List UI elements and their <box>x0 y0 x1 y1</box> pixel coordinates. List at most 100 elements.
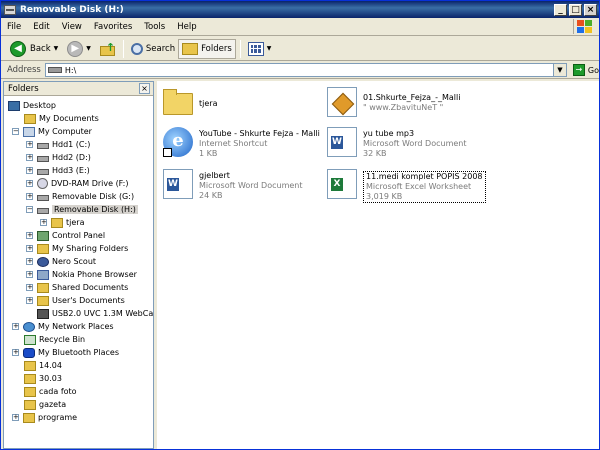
tree-item-label: cada foto <box>39 387 77 396</box>
tree-item-label: Hdd2 (D:) <box>52 153 91 162</box>
menu-help[interactable]: Help <box>171 22 202 32</box>
tree-item-hdd2[interactable]: + Hdd2 (D:) <box>26 151 91 164</box>
address-dropdown-icon[interactable]: ▼ <box>552 64 566 76</box>
tree-item-label: USB2.0 UVC 1.3M WebCam <box>52 309 153 318</box>
folders-pane-title: Folders <box>8 83 39 94</box>
tree-item-my-bluetooth-places[interactable]: + My Bluetooth Places <box>12 346 119 359</box>
expand-icon[interactable]: + <box>26 154 33 161</box>
file-item[interactable]: e ↗ YouTube - Shkurte Fejza - Malli Inter… <box>163 127 325 159</box>
folder-icon <box>182 42 199 55</box>
maximize-button[interactable]: □ <box>569 3 582 16</box>
expand-icon[interactable]: + <box>12 349 19 356</box>
collapse-icon[interactable]: − <box>26 206 33 213</box>
tree-item-removable-h[interactable]: − Removable Disk (H:) <box>26 203 138 216</box>
webcam-icon <box>37 308 49 319</box>
word-document-icon <box>327 127 357 157</box>
toolbar: ◀ Back ▼ ▶ ▼ ↑ Search Folders ▼ <box>1 37 599 61</box>
expand-icon[interactable]: + <box>26 284 33 291</box>
tree-item-14-04[interactable]: 14.04 <box>24 359 62 372</box>
tree-item-dvd-drive[interactable]: + DVD-RAM Drive (F:) <box>26 177 128 190</box>
computer-icon <box>23 126 35 137</box>
tree-item-shared-documents[interactable]: + Shared Documents <box>26 281 128 294</box>
tree-item-label: Control Panel <box>52 231 106 240</box>
title-bar[interactable]: Removable Disk (H:) _ □ × <box>1 1 599 18</box>
file-size: 1 KB <box>199 149 218 158</box>
menu-favorites[interactable]: Favorites <box>88 22 138 32</box>
menu-view[interactable]: View <box>56 22 88 32</box>
menu-file[interactable]: File <box>1 22 27 32</box>
views-dropdown-icon[interactable]: ▼ <box>267 45 272 52</box>
tree-item-tjera[interactable]: + tjera <box>40 216 84 229</box>
go-button[interactable]: → Go <box>572 64 599 76</box>
tree-item-label: User's Documents <box>52 296 125 305</box>
tree-item-control-panel[interactable]: + Control Panel <box>26 229 105 242</box>
forward-button[interactable]: ▶ ▼ <box>64 39 97 59</box>
tree-item-hdd1[interactable]: + Hdd1 (C:) <box>26 138 90 151</box>
folder-icon <box>37 282 49 293</box>
close-button[interactable]: × <box>584 3 597 16</box>
expand-icon[interactable]: + <box>26 141 33 148</box>
tree-item-desktop[interactable]: Desktop <box>8 99 56 112</box>
expand-icon[interactable]: + <box>12 323 19 330</box>
tree-item-label: My Bluetooth Places <box>38 348 119 357</box>
expand-icon[interactable]: + <box>40 219 47 226</box>
drive-icon <box>47 67 62 73</box>
tree-item-my-computer[interactable]: − My Computer <box>12 125 92 138</box>
tree-item-label: Recycle Bin <box>39 335 86 344</box>
forward-dropdown-icon[interactable]: ▼ <box>86 45 91 52</box>
tree-item-webcam[interactable]: USB2.0 UVC 1.3M WebCam <box>37 307 153 320</box>
collapse-icon[interactable]: − <box>12 128 19 135</box>
menu-tools[interactable]: Tools <box>138 22 171 32</box>
folders-pane: Folders × Desktop My Documents − My Compu… <box>3 81 154 449</box>
tree-item-removable-g[interactable]: + Removable Disk (G:) <box>26 190 134 203</box>
search-button[interactable]: Search <box>128 39 178 59</box>
back-dropdown-icon[interactable]: ▼ <box>54 45 59 52</box>
tree-item-30-03[interactable]: 30.03 <box>24 372 62 385</box>
file-item[interactable]: gjelbert Microsoft Word Document 24 KB <box>163 169 325 201</box>
window-title: Removable Disk (H:) <box>20 4 124 15</box>
tree-item-my-network-places[interactable]: + My Network Places <box>12 320 114 333</box>
views-icon <box>247 41 264 56</box>
folders-button[interactable]: Folders <box>178 38 236 59</box>
file-item-selected[interactable]: 11.medi komplet POPIS 2008 Microsoft Exc… <box>327 169 517 203</box>
tree-item-hdd3[interactable]: + Hdd3 (E:) <box>26 164 90 177</box>
tree-item-my-documents[interactable]: My Documents <box>24 112 99 125</box>
phone-icon <box>37 269 49 280</box>
file-item[interactable]: yu tube mp3 Microsoft Word Document 32 K… <box>327 127 517 159</box>
excel-worksheet-icon <box>327 169 357 199</box>
expand-icon[interactable]: + <box>12 414 19 421</box>
tree-item-nero-scout[interactable]: + Nero Scout <box>26 255 96 268</box>
expand-icon[interactable]: + <box>26 232 33 239</box>
file-name: gjelbert <box>199 171 230 180</box>
hard-drive-icon <box>37 142 49 149</box>
folder-icon <box>24 399 36 410</box>
tree-item-cada-foto[interactable]: cada foto <box>24 385 77 398</box>
tree-item-users-documents[interactable]: + User's Documents <box>26 294 125 307</box>
tree-item-nokia-phone-browser[interactable]: + Nokia Phone Browser <box>26 268 137 281</box>
tree-item-label: gazeta <box>39 400 67 409</box>
tree-item-recycle-bin[interactable]: Recycle Bin <box>24 333 85 346</box>
windows-logo-icon <box>573 19 593 34</box>
tree-item-programe[interactable]: + programe <box>12 411 77 424</box>
expand-icon[interactable]: + <box>26 297 33 304</box>
back-button[interactable]: ◀ Back ▼ <box>7 39 64 59</box>
tree-item-my-sharing-folders[interactable]: + My Sharing Folders <box>26 242 128 255</box>
views-button[interactable]: ▼ <box>245 39 278 59</box>
back-arrow-icon: ◀ <box>10 40 26 57</box>
close-pane-button[interactable]: × <box>139 83 150 94</box>
expand-icon[interactable]: + <box>26 193 33 200</box>
expand-icon[interactable]: + <box>26 271 33 278</box>
file-item[interactable]: tjera <box>163 87 303 115</box>
up-button[interactable]: ↑ <box>97 39 119 59</box>
file-item[interactable]: 01.Shkurte_Fejza_-_Malli " www.ZbavituNe… <box>327 87 517 117</box>
expand-icon[interactable]: + <box>26 180 33 187</box>
expand-icon[interactable]: + <box>26 258 33 265</box>
minimize-button[interactable]: _ <box>554 3 567 16</box>
nero-scout-icon <box>37 256 49 267</box>
menu-edit[interactable]: Edit <box>27 22 55 32</box>
tree-item-gazeta[interactable]: gazeta <box>24 398 66 411</box>
expand-icon[interactable]: + <box>26 167 33 174</box>
file-type: Microsoft Excel Worksheet <box>366 182 472 191</box>
address-input[interactable]: H:\ ▼ <box>44 63 567 77</box>
expand-icon[interactable]: + <box>26 245 33 252</box>
